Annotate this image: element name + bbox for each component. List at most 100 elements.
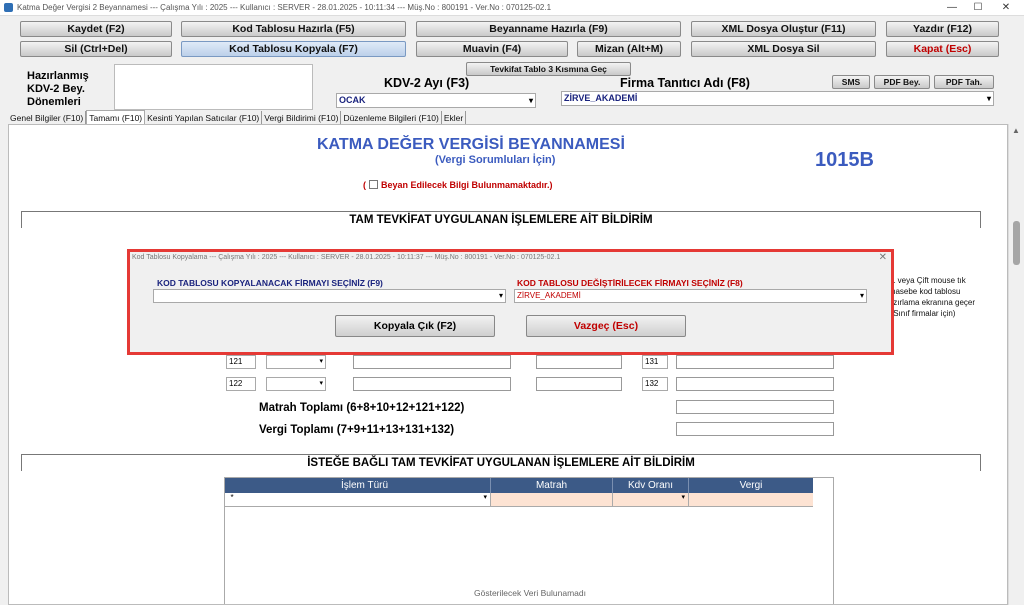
vergi-toplami-label: Vergi Toplamı (7+9+11+13+131+132): [259, 424, 455, 436]
matrah-toplami-label: Matrah Toplamı (6+8+10+12+121+122): [259, 402, 465, 414]
side-hint-line3: ızırlama ekranına geçer: [891, 298, 976, 307]
hazirlanmis-line2: KDV-2 Bey.: [27, 83, 85, 95]
kopyala-cik-button[interactable]: Kopyala Çık (F2): [335, 315, 495, 337]
grid-cell-vergi[interactable]: [689, 493, 813, 507]
row-122-oran-input[interactable]: [536, 377, 622, 391]
row-121-oran-input[interactable]: [536, 355, 622, 369]
muavin-button[interactable]: Muavin (F4): [416, 41, 568, 57]
section-istege-bagli: İSTEĞE BAĞLI TAM TEVKİFAT UYGULANAN İŞLE…: [21, 454, 981, 471]
no-declaration-label: Beyan Edilecek Bilgi Bulunmamaktadır.): [381, 180, 553, 190]
kaydet-button[interactable]: Kaydet (F2): [20, 21, 172, 37]
form-subtitle: (Vergi Sorumluları İçin): [435, 154, 556, 166]
kod-tablosu-kopyalama-dialog: Kod Tablosu Kopyalama --- Çalışma Yılı :…: [127, 249, 894, 355]
tab-genel-bilgiler[interactable]: Genel Bilgiler (F10): [8, 111, 87, 125]
no-declaration-option[interactable]: ( Beyan Edilecek Bilgi Bulunmamaktadır.): [363, 180, 553, 190]
source-firm-select[interactable]: ▾: [153, 289, 506, 303]
no-declaration-paren: (: [363, 180, 366, 190]
row-code-131: 131: [642, 355, 668, 369]
pdf-tah-button[interactable]: PDF Tah.: [934, 75, 994, 89]
no-declaration-checkbox[interactable]: [369, 180, 378, 189]
kdv-ay-select[interactable]: OCAK ▾: [336, 93, 536, 108]
vertical-scrollbar[interactable]: ▲: [1008, 124, 1024, 605]
kapat-button[interactable]: Kapat (Esc): [886, 41, 999, 57]
tab-bar: Genel Bilgiler (F10) Tamamı (F10) Kesinti …: [8, 110, 467, 125]
row-122-matrah-input[interactable]: [353, 377, 511, 391]
chevron-down-icon: ▾: [859, 291, 864, 300]
tevkifat-tablo-button[interactable]: Tevkifat Tablo 3 Kısmına Geç: [466, 62, 631, 76]
close-icon[interactable]: ✕: [996, 0, 1016, 16]
form-content: KATMA DEĞER VERGİSİ BEYANNAMESİ (Vergi S…: [8, 124, 1008, 605]
tab-vergi-bildirimi[interactable]: Vergi Bildirimi (F10): [262, 111, 342, 125]
firma-select[interactable]: ZİRVE_AKADEMİ ▾: [561, 91, 994, 106]
side-hint-line4: .Sınıf firmalar için): [891, 309, 956, 318]
pdf-bey-button[interactable]: PDF Bey.: [874, 75, 930, 89]
tab-duzenleme-bilgileri[interactable]: Düzenleme Bilgileri (F10): [341, 111, 442, 125]
grid-cell-matrah[interactable]: [491, 493, 613, 507]
dialog-title: Kod Tablosu Kopyalama --- Çalışma Yılı :…: [132, 254, 561, 261]
kod-tablosu-kopyala-button[interactable]: Kod Tablosu Kopyala (F7): [181, 41, 406, 57]
section-tam-tevkifat: TAM TEVKİFAT UYGULANAN İŞLEMLERE AİT BİL…: [21, 211, 981, 228]
main-window: Katma Değer Vergisi 2 Beyannamesi --- Ça…: [0, 0, 1024, 605]
chevron-down-icon: ▾: [319, 380, 323, 387]
chevron-down-icon: ▾: [319, 358, 323, 365]
maximize-icon[interactable]: ☐: [968, 0, 988, 16]
grid-header-matrah[interactable]: Matrah: [491, 478, 613, 493]
chevron-down-icon: ▾: [681, 494, 685, 501]
tab-ekler[interactable]: Ekler: [442, 111, 467, 125]
window-title: Katma Değer Vergisi 2 Beyannamesi --- Ça…: [17, 3, 552, 12]
vergi-toplami-input[interactable]: [676, 422, 834, 436]
source-firm-label: KOD TABLOSU KOPYALANACAK FİRMAYI SEÇİNİZ…: [157, 278, 383, 288]
scrollbar-thumb[interactable]: [1013, 221, 1020, 265]
row-121-matrah-input[interactable]: [353, 355, 511, 369]
yazdir-button[interactable]: Yazdır (F12): [886, 21, 999, 37]
hazirlanmis-line3: Dönemleri: [27, 96, 81, 108]
mizan-button[interactable]: Mizan (Alt+M): [577, 41, 681, 57]
chevron-down-icon: ▾: [528, 96, 533, 105]
scroll-up-icon[interactable]: ▲: [1012, 126, 1020, 135]
side-hint-line1: 1 veya Çift mouse tık: [891, 276, 966, 285]
dialog-close-icon[interactable]: ✕: [879, 252, 887, 263]
grid-cell-islem-turu[interactable]: ▾: [239, 493, 491, 507]
target-firm-select[interactable]: ZİRVE_AKADEMİ ▾: [514, 289, 867, 303]
xml-dosya-sil-button[interactable]: XML Dosya Sil: [691, 41, 876, 57]
sil-button[interactable]: Sil (Ctrl+Del): [20, 41, 172, 57]
chevron-down-icon: ▾: [498, 291, 503, 300]
side-hint-line2: hasebe kod tablosu: [891, 287, 961, 296]
row-code-132: 132: [642, 377, 668, 391]
grid-cell-kdv-orani[interactable]: ▾: [613, 493, 689, 507]
sms-button[interactable]: SMS: [832, 75, 870, 89]
target-firm-label: KOD TABLOSU DEĞİŞTİRİLECEK FİRMAYI SEÇİN…: [517, 278, 743, 288]
beyanname-hazirla-button[interactable]: Beyanname Hazırla (F9): [416, 21, 681, 37]
grid-header-islem-turu[interactable]: İşlem Türü: [239, 478, 491, 493]
firma-value: ZİRVE_AKADEMİ: [564, 93, 638, 103]
row-121-select[interactable]: ▾: [266, 355, 326, 369]
tab-tamami[interactable]: Tamamı (F10): [86, 110, 146, 125]
firma-label: Firma Tanıtıcı Adı (F8): [620, 76, 750, 90]
grid-header-corner: [225, 478, 239, 493]
title-bar: Katma Değer Vergisi 2 Beyannamesi --- Ça…: [0, 0, 1024, 16]
hazirlanmis-line1: Hazırlanmış: [27, 70, 89, 82]
row-122-select[interactable]: ▾: [266, 377, 326, 391]
istege-bagli-grid[interactable]: İşlem Türü Matrah Kdv Oranı Vergi * ▾ ▾ …: [224, 477, 834, 604]
row-132-vergi-input[interactable]: [676, 377, 834, 391]
grid-header-kdv-orani[interactable]: Kdv Oranı: [613, 478, 689, 493]
matrah-toplami-input[interactable]: [676, 400, 834, 414]
vazgec-button[interactable]: Vazgeç (Esc): [526, 315, 686, 337]
xml-dosya-olustur-button[interactable]: XML Dosya Oluştur (F11): [691, 21, 876, 37]
target-firm-value: ZİRVE_AKADEMİ: [517, 291, 581, 300]
chevron-down-icon: ▾: [986, 94, 991, 103]
grid-empty-message: Gösterilecek Veri Bulunamadı: [474, 588, 586, 598]
minimize-icon[interactable]: —: [942, 0, 962, 16]
chevron-down-icon: ▾: [483, 494, 487, 501]
hazirlanmis-list[interactable]: [114, 64, 313, 110]
tab-kesinti-yapilan-saticilar[interactable]: Kesinti Yapılan Satıcılar (F10): [145, 111, 263, 125]
kod-tablosu-hazirla-button[interactable]: Kod Tablosu Hazırla (F5): [181, 21, 406, 37]
row-131-vergi-input[interactable]: [676, 355, 834, 369]
row-code-122: 122: [226, 377, 256, 391]
form-code: 1015B: [815, 149, 874, 171]
hazirlanmis-label: Hazırlanmış KDV-2 Bey. Dönemleri: [27, 70, 89, 109]
kdv-ay-label: KDV-2 Ayı (F3): [384, 76, 470, 90]
kdv-ay-value: OCAK: [339, 95, 366, 105]
grid-header-vergi[interactable]: Vergi: [689, 478, 813, 493]
row-code-121: 121: [226, 355, 256, 369]
